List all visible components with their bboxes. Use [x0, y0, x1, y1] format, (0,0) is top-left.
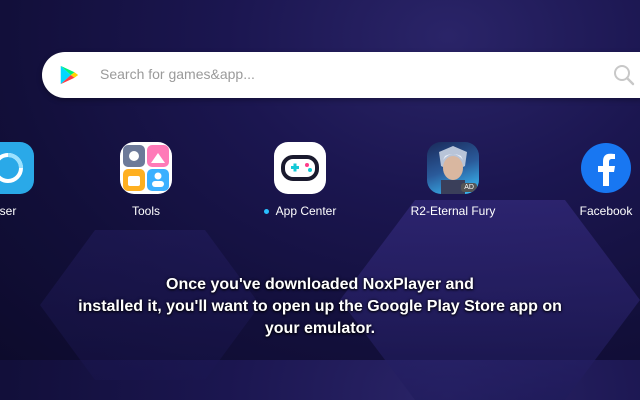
search-icon[interactable]: [612, 63, 636, 87]
browser-icon: [0, 142, 34, 194]
app-label: Tools: [131, 204, 160, 218]
app-facebook[interactable]: Facebook: [546, 142, 640, 218]
app-center-icon: [274, 142, 326, 194]
search-bar[interactable]: Search for games&app...: [42, 52, 640, 98]
caption-line: your emulator.: [264, 320, 376, 337]
caption-line: installed it, you'll want to open up the…: [78, 298, 562, 315]
ad-badge: AD: [461, 183, 477, 192]
caption-line: Once you've downloaded NoxPlayer and: [166, 276, 474, 293]
facebook-icon: [580, 142, 632, 194]
app-r2-eternal-fury[interactable]: AD R2-Eternal Fury: [393, 142, 513, 218]
app-label: App Center: [240, 204, 360, 218]
tools-icon: [120, 142, 172, 194]
app-browser[interactable]: ser: [0, 142, 68, 218]
search-input[interactable]: Search for games&app...: [100, 66, 255, 82]
app-tools[interactable]: Tools: [86, 142, 206, 218]
app-label: Facebook: [579, 204, 633, 218]
game-icon: AD: [427, 142, 479, 194]
app-label: ser: [0, 204, 17, 218]
app-label: R2-Eternal Fury: [410, 204, 496, 218]
new-indicator-dot: [263, 209, 269, 215]
google-play-icon: [60, 65, 79, 85]
app-app-center[interactable]: App Center: [240, 142, 360, 218]
video-caption: Once you've downloaded NoxPlayer and ins…: [0, 274, 640, 340]
